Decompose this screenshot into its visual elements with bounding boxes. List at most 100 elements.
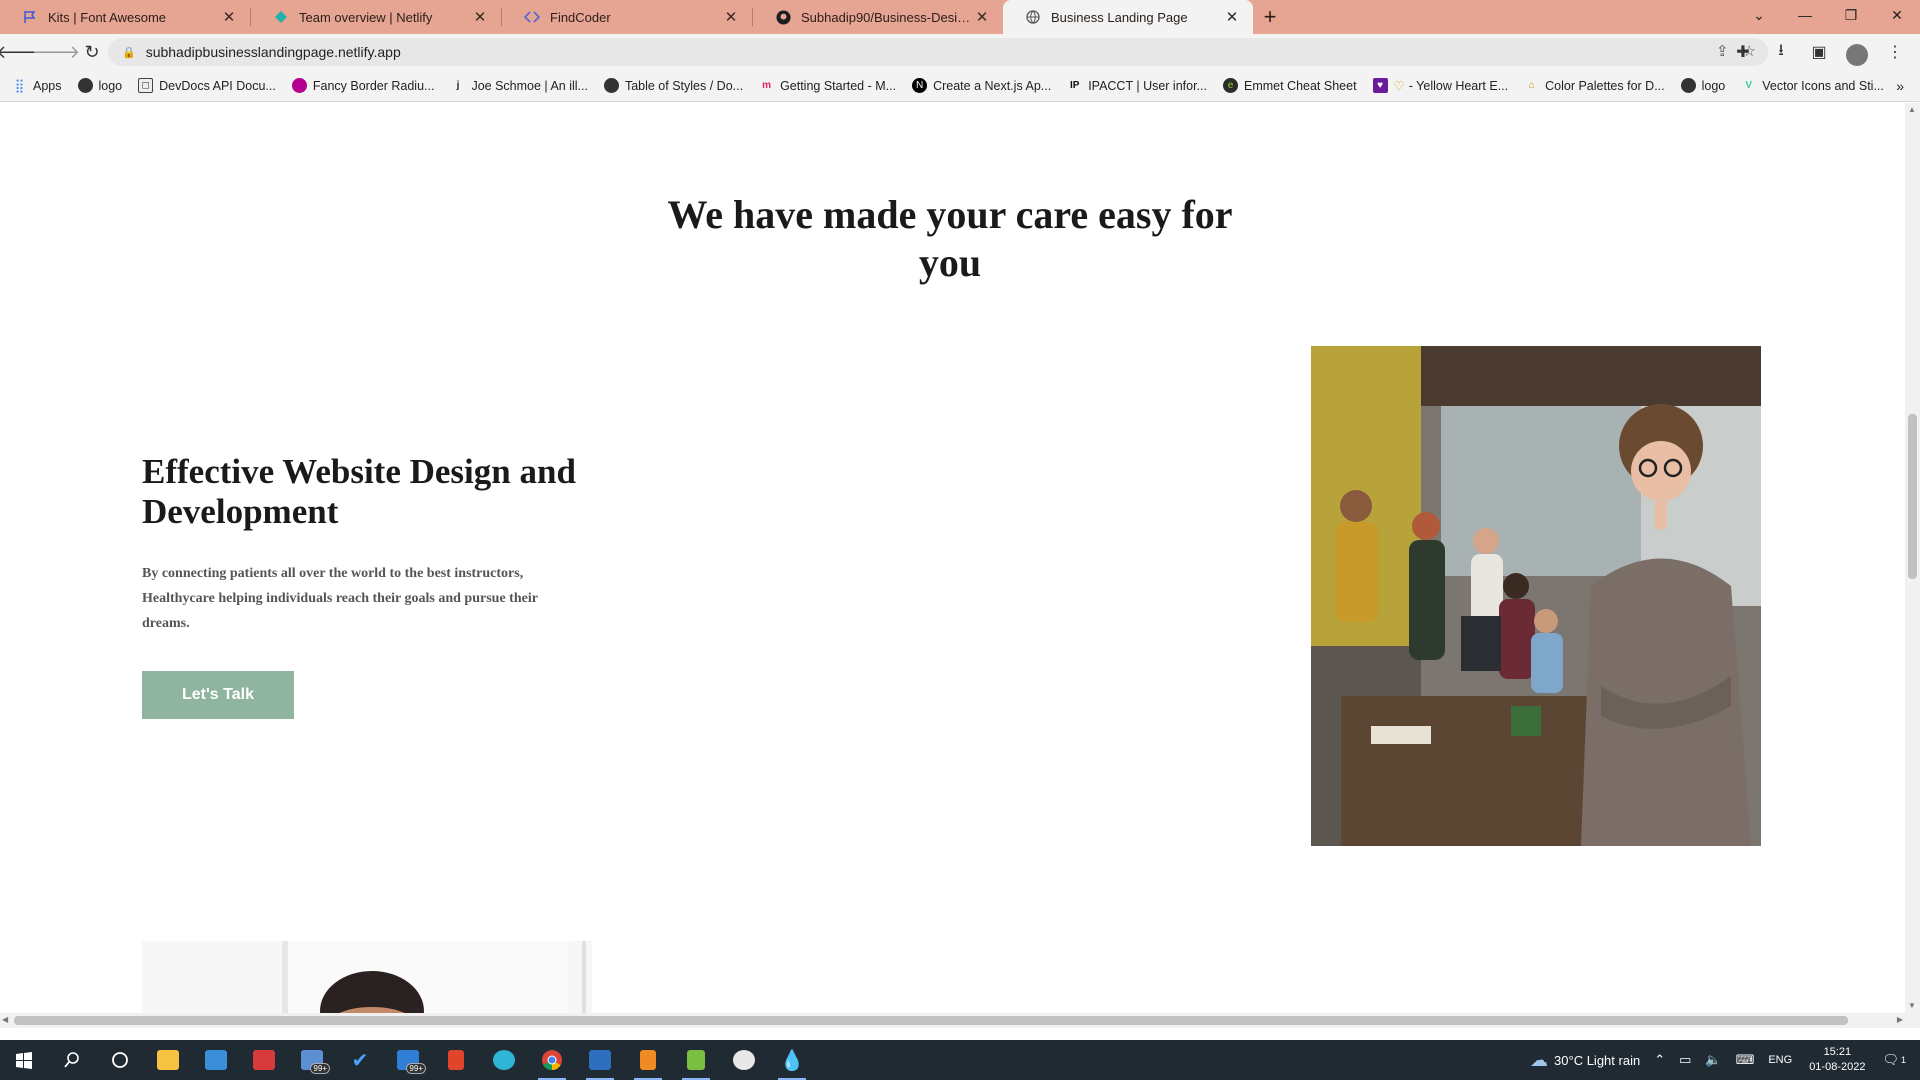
close-tab-icon[interactable]: ✕ bbox=[973, 8, 991, 26]
download-icon[interactable]: ⭳ bbox=[1766, 36, 1796, 68]
tab-font-awesome[interactable]: Kits | Font Awesome ✕ bbox=[0, 0, 250, 34]
gift-icon[interactable] bbox=[240, 1040, 288, 1080]
section-headline: We have made your care easy for you bbox=[667, 192, 1233, 285]
bookmark-devdocs[interactable]: ◻ DevDocs API Docu... bbox=[138, 78, 276, 93]
close-tab-icon[interactable]: ✕ bbox=[1223, 8, 1241, 26]
system-tray: ☁ 30°C Light rain ⌃ ▭ 🔈 ⌨ ENG 15:21 01-0… bbox=[1523, 1040, 1920, 1080]
heart-icon: ♥ bbox=[1372, 78, 1388, 93]
tab-netlify[interactable]: Team overview | Netlify ✕ bbox=[251, 0, 501, 34]
reload-button[interactable]: ↻ bbox=[76, 36, 108, 68]
notifications-icon[interactable]: 🗨 1 bbox=[1882, 1052, 1906, 1068]
tab-business-landing-page[interactable]: Business Landing Page ✕ bbox=[1003, 0, 1253, 34]
paint-icon[interactable] bbox=[720, 1040, 768, 1080]
bookmark-table-of-styles[interactable]: Table of Styles / Do... bbox=[603, 78, 743, 93]
store-icon[interactable] bbox=[192, 1040, 240, 1080]
bookmark-label: Emmet Cheat Sheet bbox=[1243, 78, 1357, 93]
scroll-down-arrow-icon[interactable]: ▼ bbox=[1908, 1001, 1916, 1010]
bookmark-yellow-heart[interactable]: ♥ ♡ - Yellow Heart E... bbox=[1372, 78, 1508, 93]
mail-badge: 99+ bbox=[310, 1063, 330, 1074]
edge-icon[interactable] bbox=[480, 1040, 528, 1080]
bookmarks-bar: ⣿ Apps logo ◻ DevDocs API Docu... Fancy … bbox=[0, 70, 1920, 102]
github-icon bbox=[775, 9, 791, 25]
share-icon[interactable]: ⇪ bbox=[1716, 42, 1729, 60]
bookmark-logo[interactable]: logo bbox=[77, 78, 122, 93]
globe-icon bbox=[77, 78, 93, 93]
bookmark-vector-icons[interactable]: V Vector Icons and Sti... bbox=[1741, 78, 1884, 93]
bookmark-label: Getting Started - M... bbox=[780, 78, 897, 93]
clock-time: 15:21 bbox=[1823, 1046, 1852, 1058]
color-picker-icon[interactable]: 💧 bbox=[768, 1040, 816, 1080]
bookmark-label: IPACCT | User infor... bbox=[1088, 78, 1207, 93]
bookmark-label: Fancy Border Radiu... bbox=[312, 78, 435, 93]
vector-icon: V bbox=[1745, 80, 1753, 91]
bookmark-logo-2[interactable]: logo bbox=[1680, 78, 1725, 93]
bookmark-ipacct[interactable]: IP IPACCT | User infor... bbox=[1067, 78, 1207, 93]
chevron-double-right-icon[interactable]: » bbox=[1896, 78, 1904, 94]
battery-icon[interactable]: ▭ bbox=[1679, 1052, 1691, 1068]
bookmark-nextjs[interactable]: N Create a Next.js Ap... bbox=[912, 78, 1051, 93]
tab-title: Subhadip90/Business-Design-La bbox=[801, 9, 973, 25]
search-icon[interactable] bbox=[48, 1040, 96, 1080]
vertical-scrollbar[interactable]: ▲ ▼ bbox=[1905, 103, 1920, 1028]
windows-start-icon[interactable] bbox=[0, 1040, 48, 1080]
scroll-right-arrow-icon[interactable]: ▶ bbox=[1897, 1015, 1903, 1024]
globe-icon bbox=[1025, 9, 1041, 25]
chrome-icon[interactable] bbox=[528, 1040, 576, 1080]
horizontal-scrollbar[interactable]: ◀ ▶ bbox=[0, 1013, 1905, 1028]
close-tab-icon[interactable]: ✕ bbox=[722, 8, 740, 26]
close-window-button[interactable]: ✕ bbox=[1874, 0, 1920, 30]
profile-avatar[interactable] bbox=[1842, 36, 1872, 68]
photos-icon[interactable] bbox=[576, 1040, 624, 1080]
keyboard-icon[interactable]: ⌨ bbox=[1736, 1052, 1755, 1068]
tab-search-icon[interactable]: ⌄ bbox=[1736, 0, 1782, 30]
bookmark-apps[interactable]: ⣿ Apps bbox=[12, 78, 62, 93]
clock[interactable]: 15:21 01-08-2022 bbox=[1809, 1045, 1865, 1075]
bookmark-label: Create a Next.js Ap... bbox=[933, 78, 1052, 93]
bookmark-label: Color Palettes for D... bbox=[1545, 78, 1665, 93]
tab-github[interactable]: Subhadip90/Business-Design-La ✕ bbox=[753, 0, 1003, 34]
bookmark-emmet[interactable]: e Emmet Cheat Sheet bbox=[1222, 78, 1357, 93]
bookmark-label: Vector Icons and Sti... bbox=[1762, 78, 1884, 93]
tab-findcoder[interactable]: FindCoder ✕ bbox=[502, 0, 752, 34]
bookmark-getting-started[interactable]: m Getting Started - M... bbox=[759, 78, 896, 93]
cortana-icon[interactable] bbox=[96, 1040, 144, 1080]
microsoft-store-icon[interactable]: 99+ bbox=[384, 1040, 432, 1080]
volume-icon[interactable]: 🔈 bbox=[1705, 1052, 1721, 1068]
todo-icon[interactable]: ✔ bbox=[336, 1040, 384, 1080]
devdocs-icon: ◻ bbox=[138, 78, 154, 93]
globe-icon bbox=[1680, 78, 1696, 93]
minimize-button[interactable]: — bbox=[1782, 0, 1828, 30]
bookmark-color-palettes[interactable]: ⌂ Color Palettes for D... bbox=[1524, 78, 1665, 93]
mail-icon[interactable]: 99+ bbox=[288, 1040, 336, 1080]
sublime-text-icon[interactable] bbox=[624, 1040, 672, 1080]
weather-widget[interactable]: ☁ 30°C Light rain bbox=[1530, 1050, 1640, 1071]
close-tab-icon[interactable]: ✕ bbox=[220, 8, 238, 26]
lets-talk-button[interactable]: Let's Talk bbox=[142, 671, 294, 719]
tab-title: FindCoder bbox=[550, 9, 611, 25]
store-badge: 99+ bbox=[406, 1063, 426, 1074]
menu-kebab-icon[interactable]: ⋮ bbox=[1880, 36, 1910, 68]
netlify-icon bbox=[273, 9, 289, 25]
windows-taskbar: 99+ ✔ 99+ 💧 ☁ 30°C Light rain ⌃ ▭ 🔈 ⌨ EN… bbox=[0, 1040, 1920, 1080]
address-bar[interactable]: 🔒 subhadipbusinesslandingpage.netlify.ap… bbox=[108, 38, 1768, 66]
chevron-up-icon[interactable]: ⌃ bbox=[1654, 1052, 1665, 1068]
scroll-up-arrow-icon[interactable]: ▲ bbox=[1908, 105, 1916, 114]
new-tab-button[interactable]: + bbox=[1253, 0, 1287, 34]
bookmark-fancy-border-radius[interactable]: Fancy Border Radiu... bbox=[291, 78, 435, 93]
scrollbar-thumb[interactable] bbox=[1908, 414, 1917, 579]
lock-icon[interactable]: 🔒 bbox=[122, 46, 136, 59]
tab-strip: Kits | Font Awesome ✕ Team overview | Ne… bbox=[0, 0, 1920, 34]
scroll-left-arrow-icon[interactable]: ◀ bbox=[2, 1015, 8, 1024]
notification-count: 1 bbox=[1900, 1055, 1906, 1065]
forward-button[interactable]: 🡒 bbox=[32, 36, 80, 68]
office-icon[interactable] bbox=[432, 1040, 480, 1080]
file-explorer-icon[interactable] bbox=[144, 1040, 192, 1080]
notepad-icon[interactable] bbox=[672, 1040, 720, 1080]
restore-button[interactable]: ❐ bbox=[1828, 0, 1874, 30]
language-indicator[interactable]: ENG bbox=[1768, 1054, 1792, 1066]
bookmark-joe-schmoe[interactable]: j Joe Schmoe | An ill... bbox=[450, 78, 588, 93]
extensions-icon[interactable]: ✚ bbox=[1728, 36, 1758, 68]
side-panel-icon[interactable]: ▣ bbox=[1804, 36, 1834, 68]
scrollbar-thumb[interactable] bbox=[14, 1016, 1848, 1025]
close-tab-icon[interactable]: ✕ bbox=[471, 8, 489, 26]
